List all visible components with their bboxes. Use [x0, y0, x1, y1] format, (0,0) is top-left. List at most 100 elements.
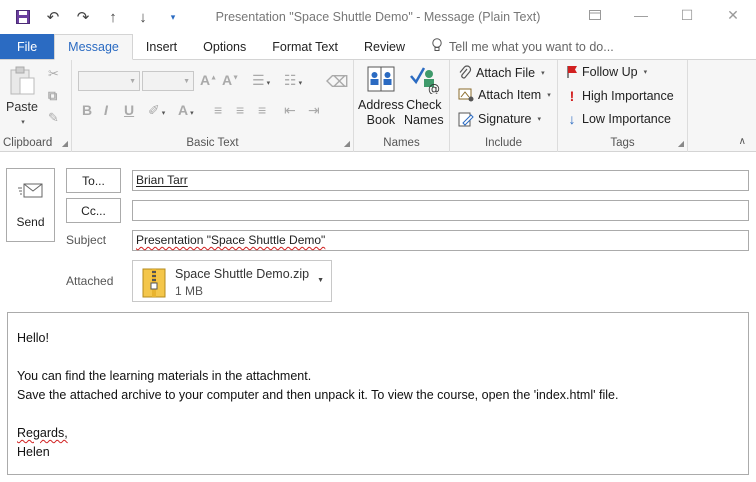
basic-text-label: Basic Text: [186, 137, 239, 149]
attachment-menu-icon[interactable]: ▼: [317, 277, 324, 284]
tell-me-box[interactable]: Tell me what you want to do...: [418, 34, 627, 59]
shrink-font-icon[interactable]: A▼: [222, 72, 239, 88]
address-book-line2: Book: [366, 113, 396, 127]
to-button[interactable]: To...: [66, 168, 121, 193]
attachment-item[interactable]: Space Shuttle Demo.zip 1 MB ▼: [132, 260, 332, 302]
names-group: Address Book @ Check Names Names: [354, 60, 450, 152]
high-importance-label: High Importance: [582, 89, 674, 103]
attach-file-label: Attach File: [476, 66, 536, 80]
address-book-icon: [365, 64, 397, 98]
italic-icon[interactable]: I: [104, 102, 108, 118]
exclamation-icon: !: [569, 88, 575, 104]
paste-label: Paste: [6, 100, 38, 114]
font-size-combo[interactable]: ▼: [142, 71, 194, 91]
window-controls: — ☐ ✕: [572, 0, 756, 30]
attach-file-button[interactable]: Attach File ▾: [458, 65, 545, 81]
increase-indent-icon[interactable]: ⇥: [308, 102, 320, 119]
paperclip-icon: [458, 65, 472, 81]
attach-file-dropdown-icon: ▾: [541, 70, 545, 77]
bold-icon[interactable]: B: [82, 102, 92, 118]
tab-options[interactable]: Options: [190, 34, 259, 59]
highlight-icon[interactable]: ✐ ▾: [148, 102, 165, 119]
align-center-icon[interactable]: ≡: [236, 102, 244, 118]
numbering-icon[interactable]: ☷ ▾: [284, 72, 302, 89]
format-painter-icon[interactable]: ✎: [48, 110, 59, 126]
check-names-icon: @: [408, 64, 440, 98]
copy-icon[interactable]: ⧉: [48, 88, 57, 104]
to-recipient[interactable]: Brian Tarr: [136, 173, 188, 187]
body-line-1: You can find the learning materials in t…: [17, 369, 312, 383]
paste-icon: [8, 66, 36, 100]
body-line-2: Save the attached archive to your comput…: [17, 388, 619, 402]
body-blank-line: [17, 348, 739, 367]
send-icon: [17, 182, 44, 203]
decrease-indent-icon[interactable]: ⇤: [284, 102, 296, 119]
font-color-icon[interactable]: A ▾: [178, 102, 194, 118]
tags-launcher-icon[interactable]: ◢: [678, 139, 684, 148]
tab-review[interactable]: Review: [351, 34, 418, 59]
body-greeting: Hello!: [17, 331, 49, 345]
basic-text-launcher-icon[interactable]: ◢: [344, 139, 350, 148]
high-importance-button[interactable]: ! High Importance: [566, 88, 674, 104]
paste-button[interactable]: Paste ▾: [6, 66, 38, 130]
send-button[interactable]: Send: [6, 168, 55, 242]
title-bar: ↶ ↷ ↑ ↓ ▾ Presentation "Space Shuttle De…: [0, 0, 756, 34]
clipboard-launcher-icon[interactable]: ◢: [62, 139, 68, 148]
underline-icon[interactable]: U: [124, 102, 134, 118]
cc-button[interactable]: Cc...: [66, 198, 121, 223]
ribbon: Paste ▾ ✂ ⧉ ✎ Clipboard ◢ ▼ ▼ A▲ A▼ ☰ ▾ ☷…: [0, 60, 756, 152]
attach-item-icon: [458, 88, 474, 102]
low-importance-button[interactable]: ↓ Low Importance: [566, 111, 671, 127]
minimize-icon[interactable]: —: [618, 0, 664, 30]
cut-icon[interactable]: ✂: [48, 66, 59, 82]
paste-dropdown-icon: ▾: [21, 119, 25, 126]
address-book-button[interactable]: Address Book: [358, 64, 404, 128]
bullets-icon[interactable]: ☰ ▾: [252, 72, 270, 89]
grow-font-icon[interactable]: A▲: [200, 72, 217, 88]
attachment-size: 1 MB: [175, 284, 204, 298]
flag-icon: [566, 65, 578, 79]
attach-item-label: Attach Item: [478, 88, 542, 102]
follow-up-label: Follow Up: [582, 65, 638, 79]
tab-message[interactable]: Message: [54, 34, 133, 60]
send-label: Send: [16, 215, 45, 229]
tab-file[interactable]: File: [0, 34, 55, 59]
attach-item-button[interactable]: Attach Item ▾: [458, 88, 551, 102]
down-arrow-low-icon: ↓: [568, 111, 576, 127]
font-combo[interactable]: ▼: [78, 71, 140, 91]
signature-label: Signature: [478, 112, 532, 126]
signature-button[interactable]: Signature ▾: [458, 111, 541, 127]
names-label: Names: [383, 137, 420, 149]
to-field[interactable]: Brian Tarr: [132, 170, 749, 191]
body-closing: Regards,: [17, 424, 739, 443]
body-closing-text: Regards,: [17, 426, 68, 440]
basic-text-group: ▼ ▼ A▲ A▼ ☰ ▾ ☷ ▾ ⌫ B I U ✐ ▾ A ▾ ≡ ≡ ≡ ⇤ ⇥ …: [72, 60, 354, 152]
subject-text: Presentation "Space Shuttle Demo": [136, 233, 326, 247]
zip-file-icon: [142, 268, 166, 301]
lightbulb-icon: [431, 38, 443, 55]
include-group: Attach File ▾ Attach Item ▾ Signature ▾ …: [450, 60, 558, 152]
maximize-icon[interactable]: ☐: [664, 0, 710, 30]
close-icon[interactable]: ✕: [710, 0, 756, 30]
collapse-ribbon-icon[interactable]: ∧: [739, 136, 746, 147]
align-right-icon[interactable]: ≡: [258, 102, 266, 118]
tab-format-text[interactable]: Format Text: [259, 34, 351, 59]
message-body[interactable]: Hello! You can find the learning materia…: [7, 312, 749, 475]
follow-up-dropdown-icon: ▾: [643, 69, 648, 76]
low-importance-label: Low Importance: [582, 112, 671, 126]
ribbon-display-icon[interactable]: [572, 0, 618, 30]
check-names-button[interactable]: @ Check Names: [404, 64, 444, 128]
check-names-line1: Check: [406, 98, 442, 112]
clear-formatting-icon[interactable]: ⌫: [326, 72, 349, 92]
subject-field[interactable]: Presentation "Space Shuttle Demo": [132, 230, 749, 251]
include-label: Include: [484, 137, 523, 149]
tell-me-placeholder: Tell me what you want to do...: [449, 39, 614, 54]
tab-insert[interactable]: Insert: [133, 34, 190, 59]
tags-group: Follow Up ▾ ! High Importance ↓ Low Impo…: [558, 60, 688, 152]
signature-icon: [458, 111, 474, 127]
follow-up-button[interactable]: Follow Up ▾: [566, 65, 647, 79]
cc-field[interactable]: [132, 200, 749, 221]
attachment-name: Space Shuttle Demo.zip: [175, 267, 310, 281]
align-left-icon[interactable]: ≡: [214, 102, 222, 118]
signature-dropdown-icon: ▾: [537, 116, 542, 123]
